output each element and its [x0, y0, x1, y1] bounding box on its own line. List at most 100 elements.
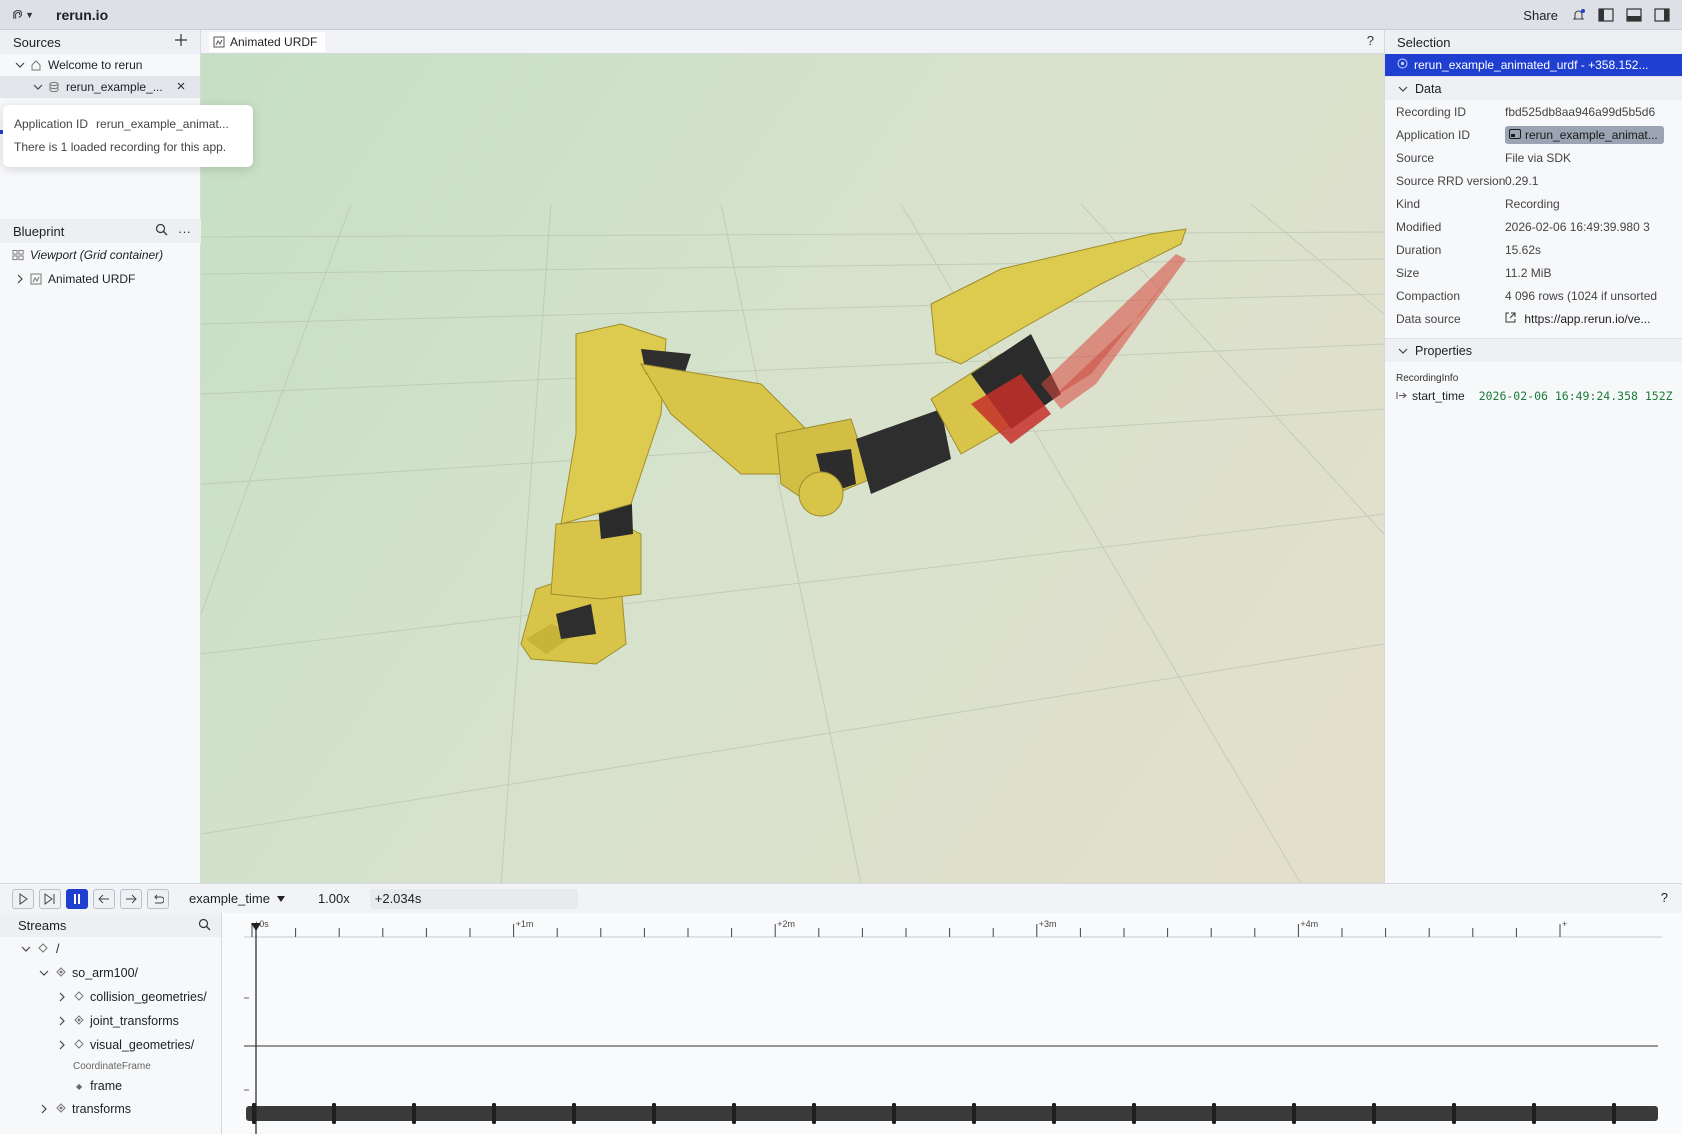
scene-canvas [201, 203, 1384, 884]
density-mark [892, 1103, 896, 1124]
timeline-panel[interactable]: +0s +1m +2m +3m +4m + [222, 913, 1682, 1134]
chevron-down-icon[interactable] [14, 59, 26, 71]
chevron-right-icon[interactable] [38, 1103, 50, 1115]
external-link-icon [1505, 312, 1516, 326]
add-source-icon[interactable] [174, 33, 188, 50]
chevron-right-icon[interactable] [56, 1039, 68, 1051]
chevron-down-icon[interactable] [32, 81, 44, 93]
stream-row-collision-geometries[interactable]: collision_geometries/ [0, 985, 221, 1009]
stream-row-visual-geometries[interactable]: visual_geometries/ [0, 1033, 221, 1057]
density-mark [412, 1103, 416, 1124]
playback-speed[interactable]: 1.00x [318, 891, 350, 906]
tick-label: +4m [1300, 919, 1318, 929]
properties-section-header[interactable]: Properties [1385, 338, 1682, 362]
kv-recording-id: Recording ID fbd525db8aa946a99d5b5d6 [1385, 100, 1682, 123]
viewport-grid-container[interactable]: Viewport (Grid container) [0, 243, 201, 267]
data-section-title: Data [1415, 81, 1442, 96]
close-icon[interactable] [176, 80, 186, 94]
blueprint-view-animated-urdf[interactable]: Animated URDF [0, 267, 201, 291]
sources-item-recording[interactable]: rerun_example_... [0, 76, 200, 98]
chevron-down-icon[interactable] [1397, 83, 1409, 95]
tooltip-loaded-text: There is 1 loaded recording for this app… [14, 139, 227, 154]
density-mark [1372, 1103, 1376, 1124]
data-source-link[interactable]: https://app.rerun.io/ve... [1505, 312, 1650, 326]
bell-icon[interactable] [1570, 7, 1586, 23]
chevron-down-icon[interactable] [20, 943, 32, 955]
tick-label: +2m [777, 919, 795, 929]
density-mark [332, 1103, 336, 1124]
chevron-right-icon[interactable] [56, 1015, 68, 1027]
rerun-logo-icon[interactable]: ▼ [12, 6, 34, 24]
chevron-down-icon[interactable] [1397, 345, 1409, 357]
kv-source-rrd-version: Source RRD version 0.29.1 [1385, 169, 1682, 192]
entity-data-icon [56, 966, 66, 980]
step-forward-button[interactable] [39, 888, 61, 909]
streams-header: Streams [0, 913, 221, 937]
search-icon[interactable] [198, 918, 211, 934]
help-icon[interactable]: ? [1367, 33, 1374, 48]
chevron-down-icon[interactable] [38, 967, 50, 979]
density-mark [652, 1103, 656, 1124]
application-id-chip[interactable]: rerun_example_animat... [1505, 125, 1664, 144]
timestamp-icon [1396, 389, 1407, 403]
left-panel-toggle-icon[interactable] [1598, 7, 1614, 23]
timeline-selector[interactable]: example_time [189, 891, 286, 906]
kv-key: Data source [1396, 311, 1461, 326]
blueprint-header: Blueprint ··· [0, 219, 201, 243]
entity-data-icon [74, 1014, 84, 1028]
tick-label: +3m [1039, 919, 1057, 929]
app-info-tooltip: Application ID rerun_example_animat... Th… [3, 105, 253, 167]
recording-info-label: RecordingInfo [1396, 373, 1459, 384]
chevron-right-icon[interactable] [56, 991, 68, 1003]
3d-viewport[interactable] [201, 54, 1384, 884]
stream-row-root[interactable]: / [0, 937, 221, 961]
bottom-panel-toggle-icon[interactable] [1626, 7, 1642, 23]
help-icon[interactable]: ? [1661, 890, 1668, 905]
play-button[interactable] [12, 888, 34, 909]
kv-key: Size [1396, 265, 1420, 280]
density-mark [812, 1103, 816, 1124]
data-section-header[interactable]: Data [1385, 76, 1682, 100]
tab-animated-urdf[interactable]: Animated URDF [209, 32, 326, 52]
kv-kind: Kind Recording [1385, 192, 1682, 215]
pause-button[interactable] [66, 888, 88, 909]
view-label: Animated URDF [48, 272, 136, 286]
viewport-label: Viewport (Grid container) [30, 248, 164, 262]
component-dot-icon: ◆ [76, 1081, 83, 1091]
app-icon [1509, 128, 1521, 142]
more-options-icon[interactable]: ··· [178, 224, 191, 239]
right-panel-toggle-icon[interactable] [1654, 7, 1670, 23]
streams-panel: Streams / so_arm100/ collision_geometrie… [0, 913, 222, 1134]
sources-header: Sources [0, 30, 200, 54]
timeline-canvas[interactable]: +0s +1m +2m +3m +4m + [222, 913, 1682, 1134]
stream-row-joint-transforms[interactable]: joint_transforms [0, 1009, 221, 1033]
app-title: rerun.io [56, 6, 109, 23]
share-button[interactable]: Share [1523, 8, 1558, 23]
entity-icon [38, 942, 48, 956]
step-back-button[interactable] [93, 888, 115, 909]
kv-key: Compaction [1396, 288, 1461, 303]
stream-row-transforms[interactable]: transforms [0, 1097, 221, 1121]
search-icon[interactable] [155, 223, 168, 239]
selected-item-label: rerun_example_animated_urdf - +358.152..… [1414, 58, 1649, 72]
database-icon [48, 81, 60, 93]
kv-value: 4 096 rows (1024 if unsorted [1505, 288, 1658, 303]
current-time-field[interactable]: +2.034s [369, 888, 578, 909]
data-source-value: https://app.rerun.io/ve... [1524, 311, 1651, 326]
chevron-right-icon[interactable] [14, 273, 26, 285]
sources-item-welcome[interactable]: Welcome to rerun [0, 54, 200, 76]
loop-button[interactable] [147, 888, 169, 909]
stream-row-frame[interactable]: ◆ frame [0, 1075, 221, 1097]
kv-value: fbd525db8aa946a99d5b5d6 [1505, 104, 1656, 119]
kv-key: Source RRD version [1396, 173, 1506, 188]
sources-item-label: Welcome to rerun [48, 58, 143, 72]
stream-row-so-arm100[interactable]: so_arm100/ [0, 961, 221, 985]
selected-recording-item[interactable]: rerun_example_animated_urdf - +358.152..… [1385, 54, 1682, 76]
kv-value: 11.2 MiB [1505, 265, 1552, 280]
step-next-button[interactable] [120, 888, 142, 909]
selection-panel: Selection rerun_example_animated_urdf - … [1384, 30, 1682, 883]
density-mark [1052, 1103, 1056, 1124]
start-time-row: start_time 2026-02-06 16:49:24.358 152Z [1385, 384, 1682, 408]
density-mark [572, 1103, 576, 1124]
tick-label: +1m [516, 919, 534, 929]
